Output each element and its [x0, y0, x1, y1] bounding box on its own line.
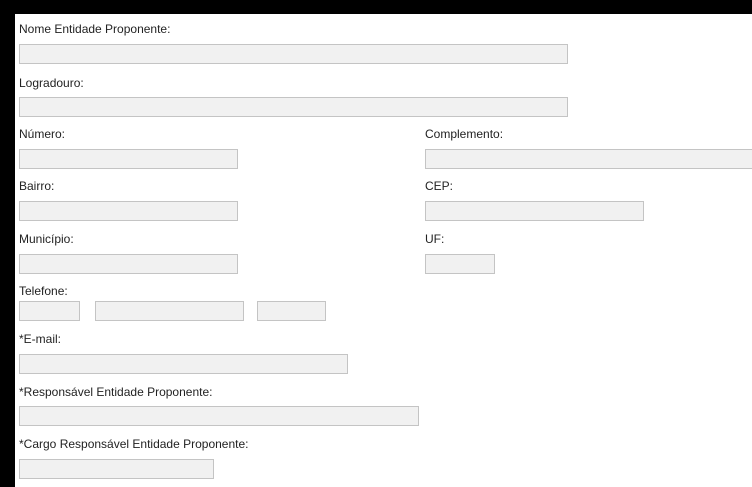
nome-entidade-label: Nome Entidade Proponente:	[19, 22, 171, 36]
nome-entidade-field[interactable]	[19, 44, 568, 64]
complemento-field[interactable]	[425, 149, 752, 169]
logradouro-field[interactable]	[19, 97, 568, 117]
telefone-ramal-field[interactable]	[257, 301, 326, 321]
entity-address-form: Nome Entidade Proponente: Logradouro: Nú…	[15, 14, 752, 487]
cep-label: CEP:	[425, 179, 454, 193]
cargo-responsavel-label: *Cargo Responsável Entidade Proponente:	[19, 437, 249, 451]
numero-field[interactable]	[19, 149, 238, 169]
telefone-label: Telefone:	[19, 284, 68, 298]
telefone-ddd-field[interactable]	[19, 301, 80, 321]
cargo-responsavel-field[interactable]	[19, 459, 214, 479]
municipio-field[interactable]	[19, 254, 238, 274]
uf-label: UF:	[425, 232, 445, 246]
municipio-label: Município:	[19, 232, 74, 246]
uf-field[interactable]	[425, 254, 495, 274]
email-field[interactable]	[19, 354, 348, 374]
complemento-label: Complemento:	[425, 127, 504, 141]
bairro-field[interactable]	[19, 201, 238, 221]
responsavel-label: *Responsável Entidade Proponente:	[19, 385, 213, 399]
email-label: *E-mail:	[19, 332, 62, 346]
telefone-numero-field[interactable]	[95, 301, 244, 321]
numero-label: Número:	[19, 127, 66, 141]
bairro-label: Bairro:	[19, 179, 55, 193]
responsavel-field[interactable]	[19, 406, 419, 426]
logradouro-label: Logradouro:	[19, 76, 84, 90]
cep-field[interactable]	[425, 201, 644, 221]
